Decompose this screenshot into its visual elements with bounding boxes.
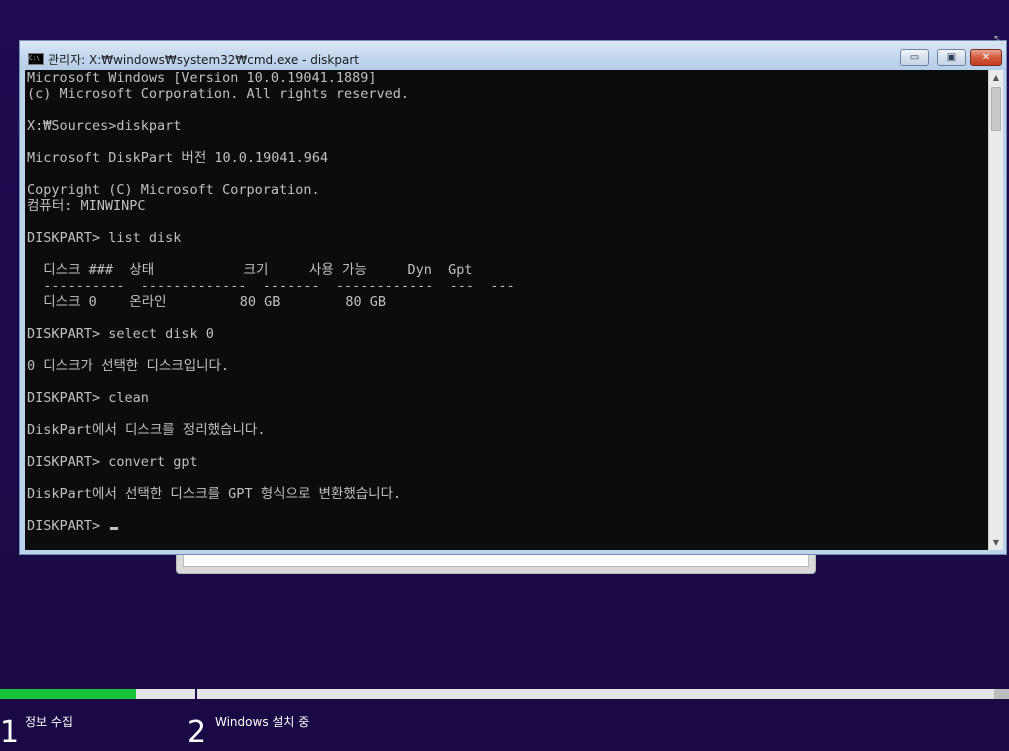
scroll-down-arrow-icon[interactable]: ▼ bbox=[989, 535, 1003, 550]
console-line: 디스크 0 온라인 80 GB 80 GB bbox=[27, 294, 386, 310]
step-2-number: 2 bbox=[187, 715, 207, 750]
progress-step-divider bbox=[195, 689, 197, 699]
vertical-scrollbar[interactable]: ▲ ▼ bbox=[988, 70, 1003, 550]
console-line: DISKPART> convert gpt bbox=[27, 454, 198, 470]
console-output[interactable]: Microsoft Windows [Version 10.0.19041.18… bbox=[25, 70, 988, 550]
console-line: DISKPART> select disk 0 bbox=[27, 326, 214, 342]
minimize-button[interactable]: ▭ bbox=[900, 49, 929, 66]
console-line: DiskPart에서 디스크를 정리했습니다. bbox=[27, 422, 266, 438]
setup-progress-bar bbox=[0, 689, 1009, 699]
console-line: DISKPART> clean bbox=[27, 390, 149, 406]
step-2-label: Windows 설치 중 bbox=[215, 715, 310, 729]
console-text: Microsoft Windows [Version 10.0.19041.18… bbox=[27, 70, 515, 534]
step-1-number: 1 bbox=[0, 715, 20, 750]
console-line: DISKPART> bbox=[27, 518, 515, 534]
progress-end-cap bbox=[994, 689, 1009, 699]
close-button[interactable]: ✕ bbox=[970, 49, 1002, 66]
scrollbar-thumb[interactable] bbox=[991, 87, 1001, 131]
console-line: DiskPart에서 선택한 디스크를 GPT 형식으로 변환했습니다. bbox=[27, 486, 402, 502]
window-title: 관리자: X:₩windows₩system32₩cmd.exe - diskp… bbox=[48, 53, 359, 67]
console-line: 컴퓨터: MINWINPC bbox=[27, 198, 146, 214]
console-line: 0 디스크가 선택한 디스크입니다. bbox=[27, 358, 230, 374]
console-line: DISKPART> list disk bbox=[27, 230, 182, 246]
console-line: Copyright (C) Microsoft Corporation. bbox=[27, 182, 320, 198]
cmd-window[interactable]: C:\ 관리자: X:₩windows₩system32₩cmd.exe - d… bbox=[19, 40, 1007, 555]
console-line: X:₩Sources>diskpart bbox=[27, 118, 182, 134]
console-line: Microsoft Windows [Version 10.0.19041.18… bbox=[27, 70, 377, 86]
console-line: (c) Microsoft Corporation. All rights re… bbox=[27, 86, 410, 102]
maximize-button[interactable]: ▣ bbox=[937, 49, 966, 66]
resize-grip-icon[interactable]: ⤡ bbox=[994, 33, 1009, 48]
scroll-up-arrow-icon[interactable]: ▲ bbox=[989, 70, 1003, 85]
setup-background: C:\ 관리자: X:₩windows₩system32₩cmd.exe - d… bbox=[0, 0, 1009, 751]
console-line: ---------- ------------- ------- -------… bbox=[27, 278, 515, 294]
text-cursor bbox=[110, 527, 119, 530]
console-app-icon[interactable]: C:\ bbox=[28, 53, 44, 65]
progress-fill bbox=[0, 689, 137, 699]
step-1-label: 정보 수집 bbox=[25, 715, 73, 729]
console-line: 디스크 ### 상태 크기 사용 가능 Dyn Gpt bbox=[27, 262, 473, 278]
title-bar[interactable]: C:\ 관리자: X:₩windows₩system32₩cmd.exe - d… bbox=[20, 41, 1006, 70]
console-line: Microsoft DiskPart 버전 10.0.19041.964 bbox=[27, 150, 329, 166]
